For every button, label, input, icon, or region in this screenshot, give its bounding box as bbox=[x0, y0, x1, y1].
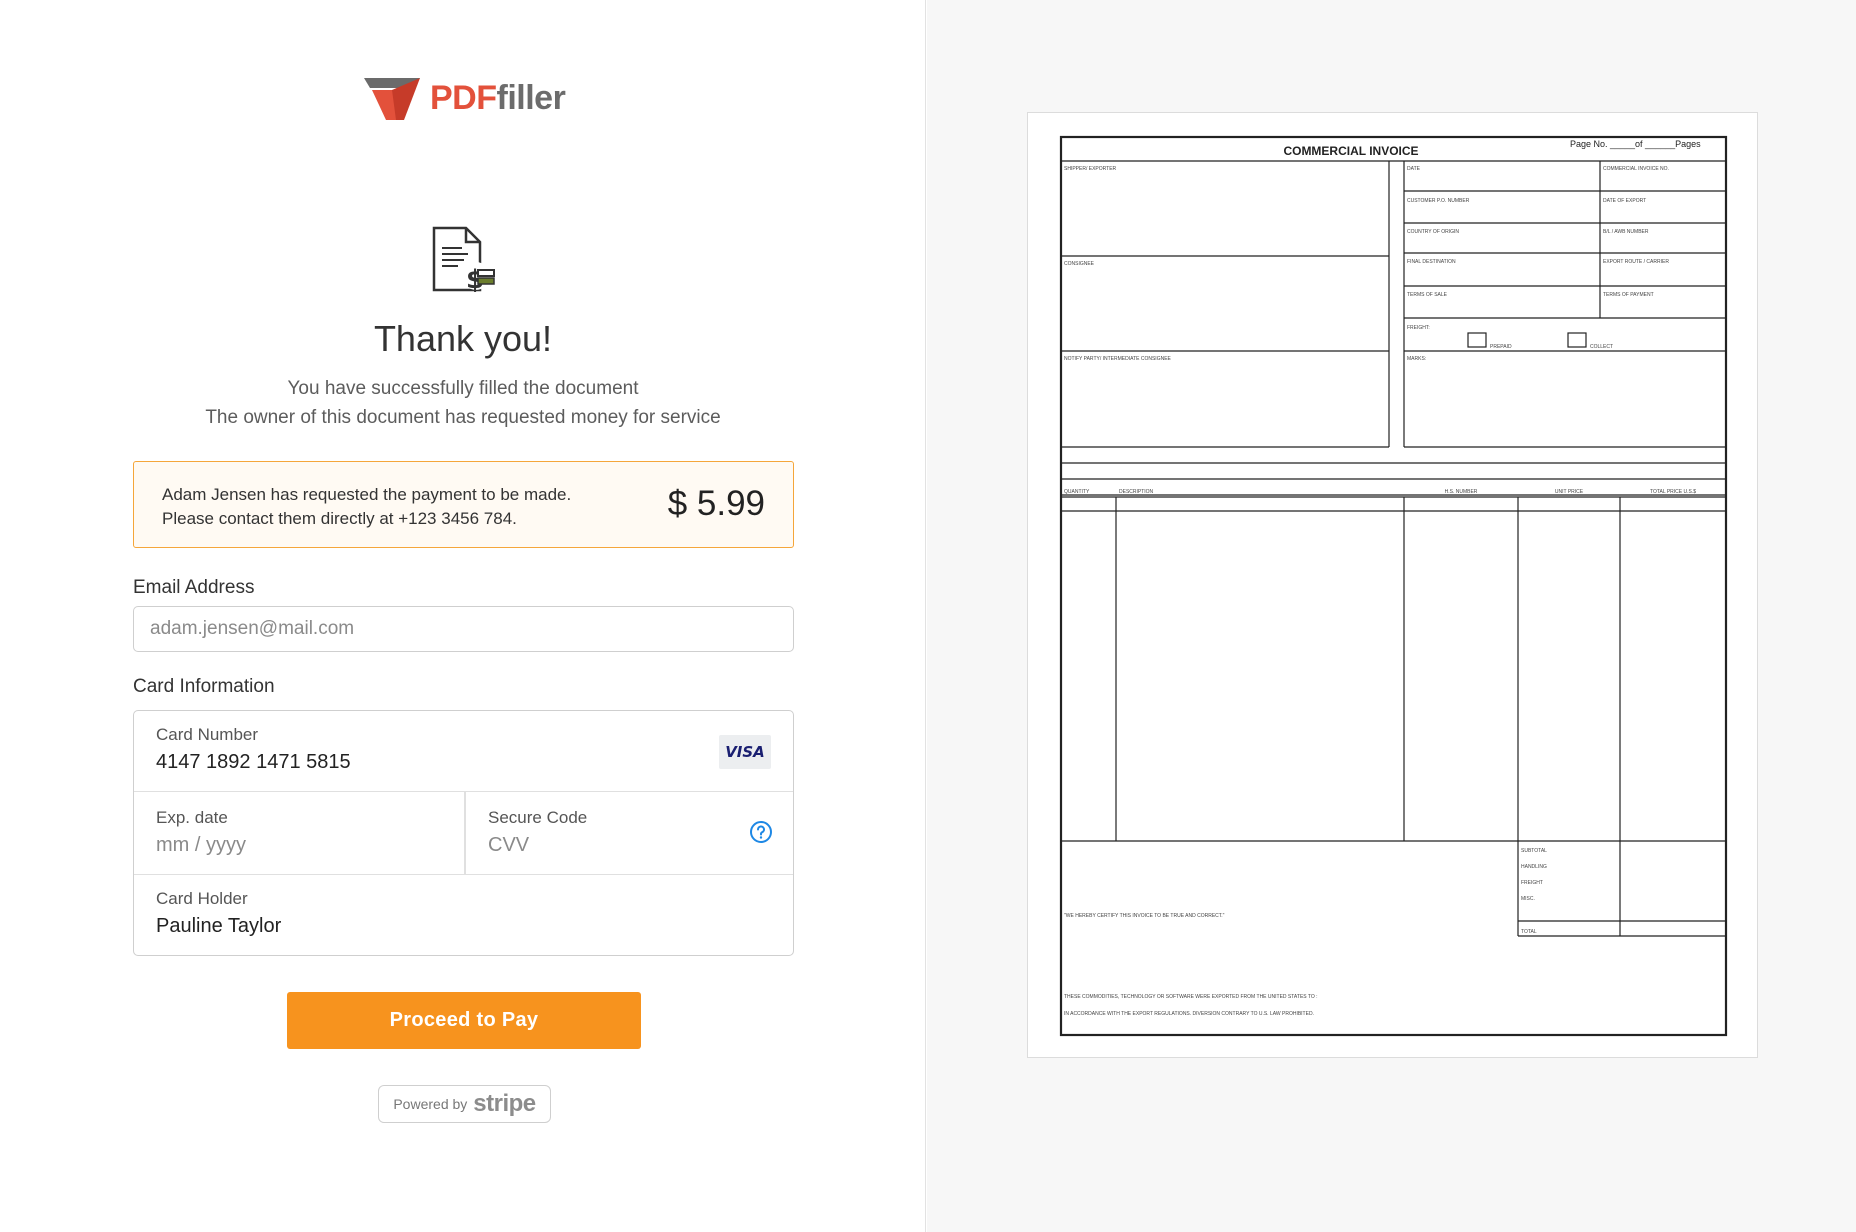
card-number-label: Card Number bbox=[156, 725, 259, 744]
card-holder-row: Card Holder bbox=[134, 875, 793, 955]
subtotal-label: SUBTOTAL bbox=[1521, 848, 1547, 854]
document-payment-icon: $ bbox=[432, 226, 495, 295]
notice-contact-text: Please contact them directly at +123 345… bbox=[162, 509, 517, 528]
card-number-row: Card Number VISA bbox=[134, 711, 793, 792]
final-destination-label: FINAL DESTINATION bbox=[1407, 259, 1456, 265]
certification-text: "WE HEREBY CERTIFY THIS INVOICE TO BE TR… bbox=[1064, 913, 1225, 919]
document-preview-panel: COMMERCIAL INVOICE Page No. _____of ____… bbox=[927, 0, 1856, 1232]
email-field[interactable] bbox=[133, 606, 794, 652]
prepaid-label: PREPAID bbox=[1490, 344, 1512, 350]
notify-party-label: NOTIFY PARTY/ INTERMEDIATE CONSIGNEE bbox=[1064, 356, 1172, 362]
stripe-logo: stripe bbox=[473, 1090, 536, 1117]
logo-pdf-text: PDF bbox=[430, 78, 497, 117]
collect-label: COLLECT bbox=[1590, 344, 1613, 350]
column-description: DESCRIPTION bbox=[1119, 489, 1154, 495]
column-quantity: QUANTITY bbox=[1064, 489, 1090, 495]
card-number-field[interactable] bbox=[156, 751, 596, 774]
column-hs-number: H.S. NUMBER bbox=[1445, 489, 1478, 495]
stripe-prefix-text: Powered by bbox=[393, 1096, 468, 1112]
date-of-export-label: DATE OF EXPORT bbox=[1603, 198, 1646, 204]
shipper-label: SHIPPER/ EXPORTER bbox=[1064, 166, 1117, 172]
invoice-number-label: COMMERCIAL INVOICE NO. bbox=[1603, 166, 1669, 172]
pdffiller-logo-icon bbox=[364, 78, 420, 120]
card-expiry-cvv-row: Exp. date Secure Code bbox=[134, 792, 793, 875]
pdffiller-logo: PDFfiller bbox=[362, 74, 566, 122]
export-statement-line1: THESE COMMODITIES, TECHNOLOGY OR SOFTWAR… bbox=[1064, 994, 1318, 1000]
secure-code-label: Secure Code bbox=[488, 808, 588, 827]
freight-total-label: FREIGHT bbox=[1521, 880, 1543, 886]
help-icon[interactable] bbox=[749, 820, 773, 844]
payment-panel: PDFfiller $ Thank you! You have successf… bbox=[0, 0, 926, 1232]
card-information-box: Card Number VISA Exp. date Secure Code C… bbox=[133, 710, 794, 956]
card-information-label: Card Information bbox=[133, 676, 275, 697]
misc-label: MISC. bbox=[1521, 896, 1535, 902]
handling-label: HANDLING bbox=[1521, 864, 1547, 870]
field-divider bbox=[464, 792, 466, 874]
consignee-label: CONSIGNEE bbox=[1064, 261, 1095, 267]
terms-of-payment-label: TERMS OF PAYMENT bbox=[1603, 292, 1654, 298]
payment-request-message: The owner of this document has requested… bbox=[205, 407, 721, 428]
notice-requester-text: Adam Jensen has requested the payment to… bbox=[162, 485, 572, 504]
secure-code-field[interactable] bbox=[488, 834, 708, 857]
email-label: Email Address bbox=[133, 577, 255, 598]
success-message: You have successfully filled the documen… bbox=[287, 378, 639, 399]
invoice-document-preview: COMMERCIAL INVOICE Page No. _____of ____… bbox=[1027, 112, 1758, 1058]
awb-number-label: B/L / AWB NUMBER bbox=[1603, 229, 1649, 235]
invoice-page-number: Page No. _____of ______Pages bbox=[1570, 139, 1701, 149]
visa-icon: VISA bbox=[719, 735, 771, 769]
commercial-invoice-form: COMMERCIAL INVOICE Page No. _____of ____… bbox=[1059, 135, 1728, 1037]
payment-amount: $ 5.99 bbox=[667, 484, 765, 523]
payment-request-notice: Adam Jensen has requested the payment to… bbox=[133, 461, 794, 548]
export-statement-line2: IN ACCORDANCE WITH THE EXPORT REGULATION… bbox=[1064, 1011, 1314, 1017]
card-holder-field[interactable] bbox=[156, 915, 756, 938]
exp-date-field[interactable] bbox=[156, 834, 436, 857]
column-unit-price: UNIT PRICE bbox=[1555, 489, 1584, 495]
customer-po-label: CUSTOMER P.O. NUMBER bbox=[1407, 198, 1470, 204]
country-of-origin-label: COUNTRY OF ORIGIN bbox=[1407, 229, 1459, 235]
logo-wordmark: PDFfiller bbox=[430, 78, 566, 118]
proceed-to-pay-button[interactable]: Proceed to Pay bbox=[287, 992, 641, 1049]
column-total-price: TOTAL PRICE U.S.$ bbox=[1650, 489, 1696, 495]
date-label: DATE bbox=[1407, 166, 1421, 172]
thank-you-title: Thank you! bbox=[373, 318, 553, 359]
invoice-title: COMMERCIAL INVOICE bbox=[1283, 144, 1418, 158]
powered-by-stripe-badge[interactable]: Powered by stripe bbox=[378, 1085, 551, 1123]
export-route-label: EXPORT ROUTE / CARRIER bbox=[1603, 259, 1669, 265]
logo-filler-text: filler bbox=[496, 78, 566, 117]
total-label: TOTAL bbox=[1521, 929, 1537, 935]
payment-page: PDFfiller $ Thank you! You have successf… bbox=[0, 0, 1856, 1232]
card-holder-label: Card Holder bbox=[156, 889, 248, 908]
exp-date-label: Exp. date bbox=[156, 808, 228, 827]
terms-of-sale-label: TERMS OF SALE bbox=[1407, 292, 1448, 298]
marks-label: MARKS: bbox=[1407, 356, 1426, 362]
freight-label: FREIGHT: bbox=[1407, 325, 1430, 331]
